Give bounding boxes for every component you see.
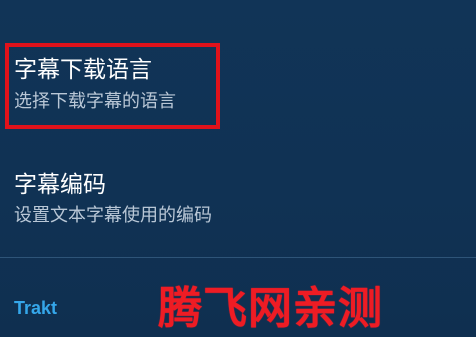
highlight-annotation-box xyxy=(5,43,220,129)
subtitle-encoding-setting[interactable]: 字幕编码 设置文本字幕使用的编码 xyxy=(0,160,476,250)
settings-screen: 字幕下载语言 选择下载字幕的语言 字幕编码 设置文本字幕使用的编码 Trakt … xyxy=(0,0,476,337)
subtitle-encoding-title: 字幕编码 xyxy=(14,172,106,198)
trakt-category-header: Trakt xyxy=(14,298,58,318)
watermark-text: 腾飞网亲测 xyxy=(158,283,383,334)
subtitle-encoding-summary: 设置文本字幕使用的编码 xyxy=(14,205,212,226)
section-divider xyxy=(0,257,476,258)
